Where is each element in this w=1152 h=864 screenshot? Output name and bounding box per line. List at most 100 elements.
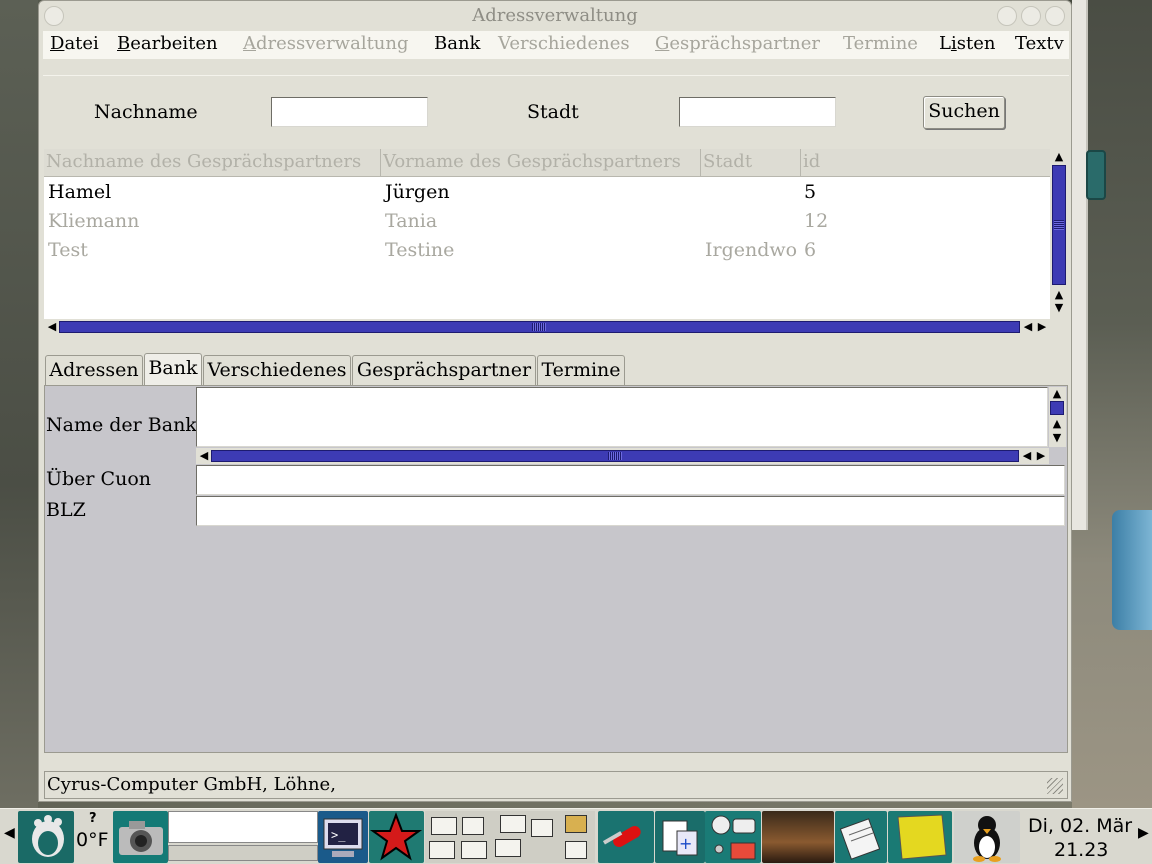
cell-vorname: Jürgen (385, 181, 450, 203)
close-button[interactable] (1045, 6, 1065, 26)
tab-gespraechspartner[interactable]: Gesprächspartner (352, 355, 536, 386)
whiteboard-edge (1072, 0, 1088, 530)
stadt-input[interactable] (679, 97, 836, 127)
panel-hide-left-icon[interactable]: ◀ (4, 825, 15, 841)
table-horizontal-scrollbar[interactable]: ◀ ◀ ▶ (44, 319, 1050, 335)
nebula-icon[interactable] (762, 811, 834, 863)
menu-bearbeiten[interactable]: Bearbeiten (117, 33, 218, 54)
scroll-up-arrow-icon[interactable]: ▲ (1049, 418, 1065, 429)
bank-name-textarea[interactable] (196, 387, 1048, 447)
svg-text:+: + (679, 834, 692, 853)
cell-nachname: Kliemann (48, 210, 140, 232)
task-list-input[interactable] (168, 811, 318, 843)
titlebar[interactable]: Adressverwaltung (39, 1, 1071, 31)
blz-label: BLZ (46, 499, 86, 521)
cell-id: 6 (804, 239, 817, 261)
menu-listen[interactable]: Listen (939, 33, 995, 54)
camera-icon[interactable] (113, 811, 168, 863)
minimize-button[interactable] (997, 6, 1017, 26)
menu-adressverwaltung[interactable]: Adressverwaltung (243, 33, 409, 54)
scroll-right-arrow-icon[interactable]: ▶ (1033, 450, 1049, 461)
scroll-thumb[interactable] (211, 450, 1019, 462)
cell-stadt: Irgendwo (705, 239, 798, 261)
scroll-right-arrow-icon[interactable]: ▶ (1034, 321, 1050, 332)
bank-name-horizontal-scrollbar[interactable]: ◀ ◀ ▶ (196, 448, 1049, 464)
scroll-left-arrow-icon[interactable]: ◀ (196, 450, 212, 461)
cell-vorname: Testine (385, 239, 455, 261)
menubar: Datei Bearbeiten Adressverwaltung Bank V… (43, 31, 1069, 59)
scroll-up-arrow-icon[interactable]: ▲ (1051, 151, 1067, 162)
task-list-scroll[interactable] (168, 845, 318, 861)
desktop-background-left (0, 0, 38, 808)
menu-datei[interactable]: Datei (50, 33, 99, 54)
table-row[interactable]: Test Testine Irgendwo 6 (44, 236, 1050, 265)
suchen-button[interactable]: Suchen (923, 96, 1005, 129)
menu-verschiedenes[interactable]: Verschiedenes (498, 33, 630, 54)
tux-icon[interactable] (954, 811, 1020, 863)
taskbar: ◀ ? 0°F >_ + Di, 02. Mär 21.23 ▶ (0, 808, 1152, 864)
maximize-button[interactable] (1021, 6, 1041, 26)
scroll-thumb[interactable] (1052, 165, 1066, 285)
swiss-knife-icon[interactable] (598, 811, 654, 863)
status-text: Cyrus-Computer GmbH, Löhne, (47, 774, 336, 795)
table-header: Nachname des Gesprächspartners Vorname d… (44, 149, 1050, 177)
cell-id: 12 (804, 210, 829, 232)
tab-termine[interactable]: Termine (537, 355, 625, 386)
table-row[interactable]: Hamel Jürgen 5 (44, 178, 1050, 207)
scroll-down-arrow-icon[interactable]: ▼ (1051, 302, 1067, 313)
column-header-id[interactable]: id (803, 151, 1043, 172)
table-vertical-scrollbar[interactable]: ▲ ▲ ▼ (1050, 149, 1068, 317)
ueber-cuon-input[interactable] (196, 465, 1065, 495)
menu-gespraechspartner[interactable]: Gesprächspartner (655, 33, 820, 54)
clock-applet[interactable]: Di, 02. Mär 21.23 (1022, 811, 1134, 863)
sticky-note-icon[interactable] (888, 811, 952, 863)
network-icon[interactable]: + (655, 811, 705, 863)
nachname-input[interactable] (271, 97, 428, 127)
gnome-foot-icon[interactable] (18, 811, 74, 863)
weather-temperature: 0°F (76, 829, 109, 851)
menu-textv[interactable]: Textv (1015, 33, 1064, 54)
separator (43, 75, 1069, 76)
scroll-up-arrow-icon[interactable]: ▲ (1049, 388, 1065, 399)
weather-applet[interactable]: ? 0°F (75, 811, 113, 863)
column-header-vorname[interactable]: Vorname des Gesprächspartners (383, 151, 699, 172)
bank-name-vertical-scrollbar[interactable]: ▲ ▲ ▼ (1049, 387, 1066, 447)
mug-icon (1112, 510, 1152, 630)
blz-input[interactable] (196, 496, 1065, 526)
tab-verschiedenes[interactable]: Verschiedenes (203, 355, 351, 386)
scroll-up-arrow-icon[interactable]: ▲ (1051, 289, 1067, 300)
column-header-stadt[interactable]: Stadt (703, 151, 799, 172)
resize-grip-icon[interactable] (1047, 778, 1063, 794)
tab-bank[interactable]: Bank (144, 353, 202, 387)
cell-id: 5 (804, 181, 817, 203)
workspace-pager[interactable] (425, 811, 595, 863)
clock-date: Di, 02. Mär (1028, 815, 1133, 837)
terminal-icon[interactable]: >_ (318, 811, 368, 863)
bank-panel: Name der Bank ▲ ▲ ▼ ◀ ◀ ▶ Über Cuon BLZ (44, 385, 1068, 753)
menu-termine[interactable]: Termine (843, 33, 918, 54)
ueber-cuon-label: Über Cuon (46, 468, 151, 490)
panel-hide-right-icon[interactable]: ▶ (1138, 825, 1149, 841)
stadt-label: Stadt (527, 101, 579, 123)
star-icon[interactable] (369, 811, 424, 863)
scroll-left-arrow-icon[interactable]: ◀ (44, 321, 60, 332)
statusbar: Cyrus-Computer GmbH, Löhne, (44, 771, 1068, 799)
tab-adressen[interactable]: Adressen (45, 355, 143, 386)
clock-time: 21.23 (1054, 839, 1109, 861)
notepad-icon[interactable] (835, 811, 887, 863)
table-row[interactable]: Kliemann Tania 12 (44, 207, 1050, 236)
search-icon[interactable] (705, 811, 761, 863)
clip-icon (1086, 150, 1106, 200)
scroll-thumb[interactable] (59, 321, 1020, 333)
app-window: Adressverwaltung Datei Bearbeiten Adress… (38, 0, 1072, 802)
cell-vorname: Tania (385, 210, 438, 232)
scroll-down-arrow-icon[interactable]: ▼ (1049, 432, 1065, 443)
cell-nachname: Test (48, 239, 88, 261)
bank-name-label: Name der Bank (46, 414, 197, 436)
results-table: Nachname des Gesprächspartners Vorname d… (44, 149, 1050, 319)
cell-nachname: Hamel (48, 181, 112, 203)
column-header-nachname[interactable]: Nachname des Gesprächspartners (46, 151, 380, 172)
svg-text:>_: >_ (331, 828, 346, 842)
menu-bank[interactable]: Bank (434, 33, 480, 54)
scroll-thumb[interactable] (1050, 401, 1064, 415)
